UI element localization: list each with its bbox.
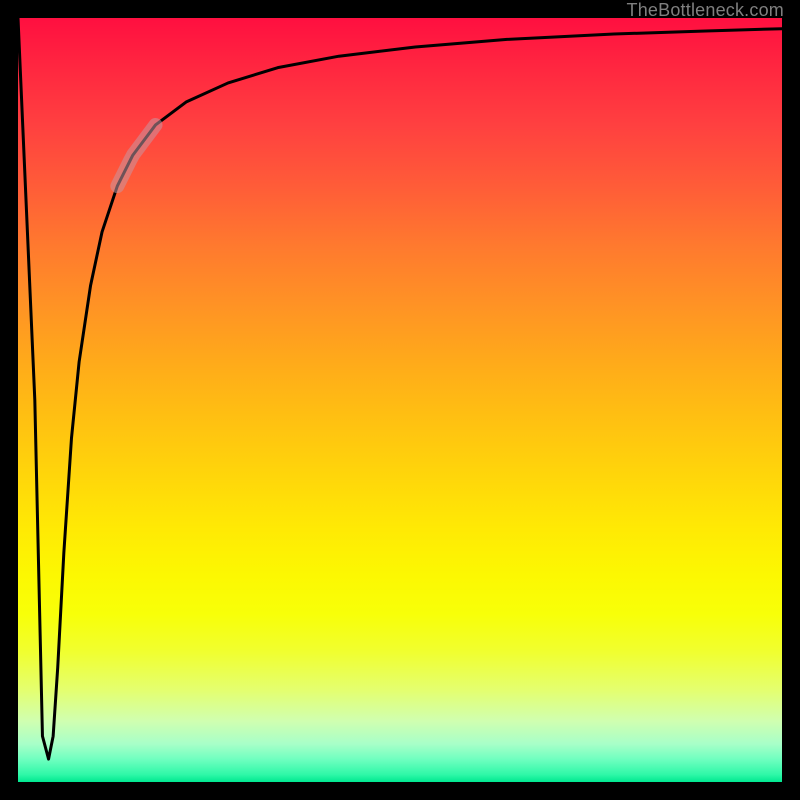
chart-stage: TheBottleneck.com (0, 0, 800, 800)
curve-highlight-segment (117, 125, 155, 186)
curve-layer (18, 18, 782, 782)
bottleneck-curve (18, 18, 782, 759)
plot-area (18, 18, 782, 782)
